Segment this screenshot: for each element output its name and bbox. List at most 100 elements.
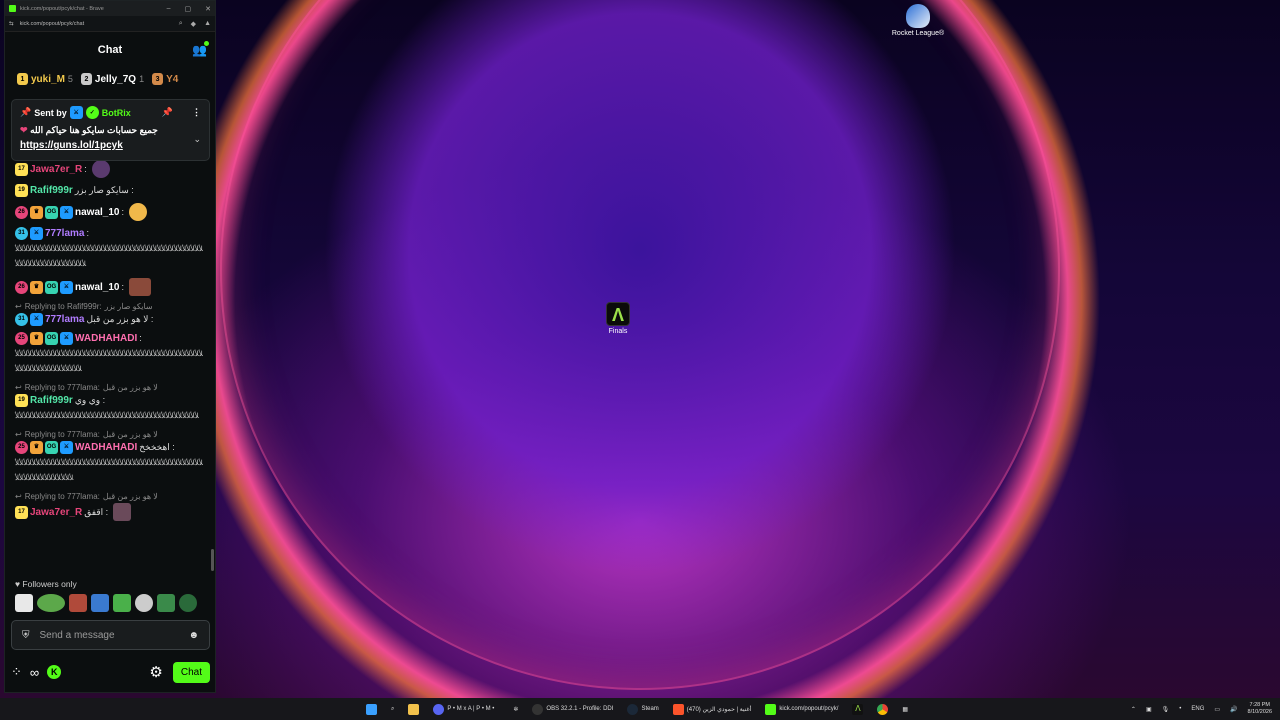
desktop-icon-rocket-league[interactable]: Rocket League® [888, 4, 948, 38]
spinner-emote-icon[interactable] [135, 594, 153, 612]
chat-message[interactable]: 31 ⚔ 777lama : ﻸﻸﻸﻸﻸﻸﻸﻸﻸﻸﻸﻸﻸﻸﻸﻸﻸﻸﻸﻸﻸﻸﻸﻸﻸ… [15, 227, 205, 272]
tray-app-icon[interactable]: ▣ [1146, 706, 1152, 713]
emoji-icon[interactable]: ☻ [188, 630, 199, 641]
emote-icon[interactable] [15, 594, 33, 612]
users-icon[interactable]: 👥 [192, 41, 209, 57]
leader-name: yuki_M [31, 73, 65, 85]
shield-icon[interactable]: ⛨ [22, 630, 30, 641]
chat-send-button[interactable]: Chat [172, 661, 210, 683]
crown-badge-icon: ♛ [30, 441, 43, 454]
emote-bar [15, 594, 197, 612]
taskbar-item-obs[interactable]: OBS 32.2.1 - Profile: DDI [530, 700, 615, 718]
taskbar-item-label: OBS 32.2.1 - Profile: DDI [546, 706, 614, 712]
minimize-button[interactable]: – [167, 5, 171, 13]
reply-context[interactable]: ↩ Replying to 777lama: لا هو بزر من قبل [15, 383, 205, 392]
taskbar-item-discord[interactable]: P • M x A | P • M • [431, 700, 501, 718]
chat-input[interactable]: ⛨ Send a message ☻ [11, 620, 210, 650]
kick-points-icon[interactable]: K [47, 665, 62, 679]
chat-username[interactable]: WADHAHADI [75, 441, 137, 454]
sub-badge-icon: 31 [15, 313, 28, 326]
chat-message[interactable]: 31 ⚔ 777lama : لا هو بزر من قبل [15, 313, 205, 326]
chat-footer: ⁘ ∞ K ⚙ Chat [11, 660, 210, 684]
chat-username[interactable]: Jawa7er_R [30, 506, 82, 519]
zoom-icon[interactable]: ⌕ [179, 20, 183, 28]
face-emote-icon [129, 278, 151, 296]
dot-icon[interactable]: • [1179, 706, 1181, 712]
site-info-icon[interactable]: ⇆ [9, 21, 14, 27]
file-explorer-button[interactable] [406, 700, 421, 718]
reply-context[interactable]: ↩ Replying to 777lama: لا هو بزر من قبل [15, 430, 205, 439]
taskbar-item-app[interactable]: ✲ [511, 700, 520, 718]
brave-rewards-icon[interactable]: ▲ [204, 20, 211, 27]
chevron-up-icon[interactable]: ⌃ [1131, 706, 1136, 713]
brave-icon [672, 703, 684, 715]
browser-titlebar: kick.com/popout/pcyk/chat - Brave – ▢ ✕ [5, 1, 215, 16]
chat-username[interactable]: Rafif999r [30, 184, 73, 197]
unpin-icon[interactable]: 📌 [162, 107, 173, 118]
close-button[interactable]: ✕ [205, 5, 211, 13]
brave-shield-icon[interactable]: ◆ [191, 20, 196, 28]
volume-icon[interactable]: 🔊 [1230, 706, 1237, 713]
chat-message[interactable]: 19 Rafif999r : وي وي ﻸﻸﻸﻸﻸﻸﻸﻸﻸﻸﻸﻸﻸﻸﻸﻸﻸﻸﻸ… [15, 394, 205, 424]
chat-message[interactable]: 19 Rafif999r : سايكو صار بزر [15, 184, 205, 197]
leaderboard-entry[interactable]: 1 yuki_M 5 [17, 73, 73, 85]
pinned-message[interactable]: 📌 Sent by ⚔ ✓ BotRix 📌 ⋮ جميع حسابات ساي… [11, 99, 210, 161]
emote-icon[interactable] [113, 594, 131, 612]
chat-text: : [86, 228, 89, 238]
chat-username[interactable]: WADHAHADI [75, 332, 137, 345]
reply-context[interactable]: ↩ Replying to Rafif999r: سايكو صار بزر [15, 302, 205, 311]
infinity-icon[interactable]: ∞ [30, 665, 39, 680]
network-icon[interactable]: ▭ [1214, 706, 1220, 713]
mod-badge-icon: ⚔ [60, 441, 73, 454]
gear-icon[interactable]: ⚙ [149, 663, 162, 681]
leader-name: Y4 [166, 73, 179, 85]
chat-message[interactable]: 25 ♛ OG ⚔ WADHAHADI : ﻸﻸﻸﻸﻸﻸﻸﻸﻸﻸﻸﻸﻸﻸﻸﻸﻸﻸ… [15, 332, 205, 377]
search-button[interactable]: ⌕ [389, 700, 396, 718]
mod-badge-icon: ⚔ [60, 280, 73, 294]
smile-emote-icon [129, 203, 147, 221]
more-options-icon[interactable]: ⋮ [192, 107, 201, 118]
chat-username[interactable]: 777lama [45, 313, 84, 326]
taskbar-item-steam[interactable]: Steam [625, 700, 660, 718]
address-bar[interactable]: ⇆ kick.com/popout/pcyk/chat ⌕ ◆ ▲ [5, 16, 215, 32]
chat-message[interactable]: 26 ♛ OG ⚔ nawal_10 : [15, 278, 205, 296]
finals-icon: Λ [852, 703, 864, 715]
sub-badge-icon: 31 [15, 227, 28, 240]
microphone-icon[interactable]: 🎙 [1162, 706, 1170, 713]
reply-context[interactable]: ↩ Replying to 777lama: لا هو بزر من قبل [15, 492, 205, 501]
emote-icon[interactable] [179, 594, 197, 612]
emote-icon[interactable] [91, 594, 109, 612]
pinned-bot-name[interactable]: BotRix [102, 108, 131, 118]
chat-messages[interactable]: 17 Jawa7er_R : 19 Rafif999r : سايكو صار … [5, 90, 215, 570]
emote-icon[interactable] [157, 594, 175, 612]
pepe-emote-icon[interactable] [37, 594, 65, 612]
chat-message[interactable]: 17 Jawa7er_R : اقفق [15, 503, 205, 521]
chat-username[interactable]: 777lama [45, 227, 84, 240]
chat-message[interactable]: 17 Jawa7er_R : [15, 160, 205, 178]
chat-username[interactable]: Jawa7er_R [30, 163, 82, 176]
dots-icon[interactable]: ⁘ [11, 664, 22, 680]
emote-icon[interactable] [69, 594, 87, 612]
chat-username[interactable]: nawal_10 [75, 281, 119, 294]
clock[interactable]: 7:28 PM 8/10/2026 [1248, 702, 1272, 716]
leaderboard-entry[interactable]: 2 Jelly_7Q 1 [80, 73, 144, 85]
leaderboard-entry[interactable]: 3 Y4 [152, 73, 178, 85]
restore-button[interactable]: ▢ [185, 5, 192, 13]
taskbar-item-brave[interactable]: أغنية | حمودي الزين (470) [671, 700, 754, 718]
chevron-down-icon[interactable]: ⌄ [193, 134, 201, 145]
desktop-icon-finals[interactable]: Λ Finals [588, 302, 648, 336]
taskbar-item-chrome[interactable] [875, 700, 890, 718]
pinned-link[interactable]: https://guns.lol/1pcyk [20, 140, 201, 151]
chat-message[interactable]: 25 ♛ OG ⚔ WADHAHADI : اهخخخخ ﻸﻸﻸﻸﻸﻸﻸﻸﻸﻸﻸ… [15, 441, 205, 486]
taskbar-item-finals[interactable]: Λ [850, 700, 865, 718]
chat-username[interactable]: nawal_10 [75, 206, 119, 219]
chat-input-placeholder[interactable]: Send a message [40, 630, 115, 641]
taskbar-item-kick[interactable]: kick.com/popout/pcyk/ [763, 700, 840, 718]
url-text[interactable]: kick.com/popout/pcyk/chat [20, 21, 171, 27]
chat-username[interactable]: Rafif999r [30, 394, 73, 407]
taskbar-item-app[interactable]: ▦ [900, 700, 910, 718]
start-button[interactable] [364, 700, 379, 718]
language-indicator[interactable]: ENG [1191, 706, 1204, 712]
chat-message[interactable]: 26 ♛ OG ⚔ nawal_10 : [15, 203, 205, 221]
chat-scrollbar[interactable] [211, 549, 214, 571]
